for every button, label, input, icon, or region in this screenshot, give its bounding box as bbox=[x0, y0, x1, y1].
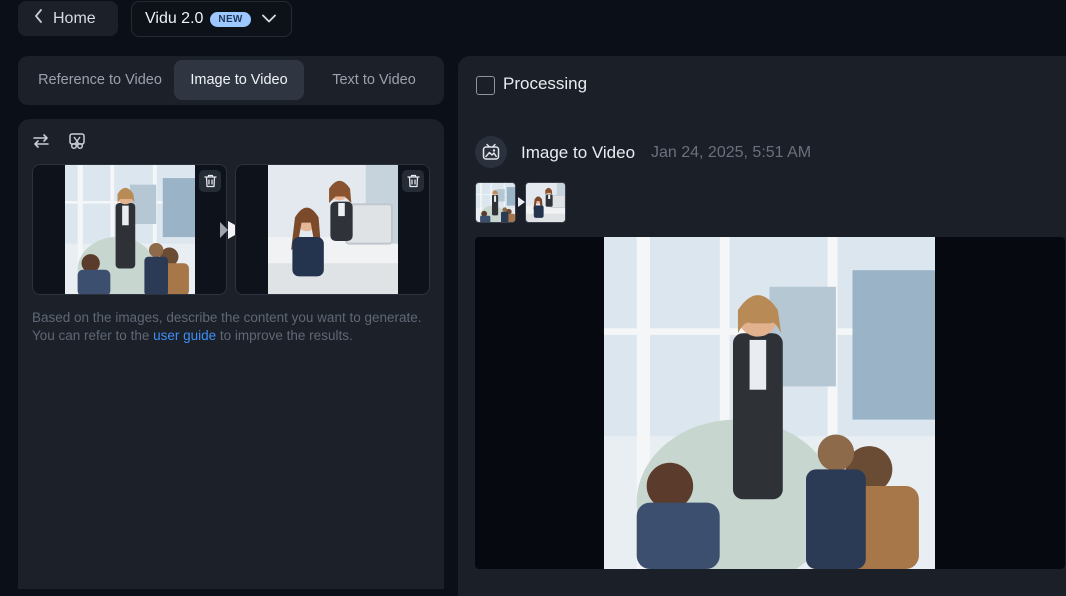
task-title: Image to Video bbox=[521, 143, 636, 162]
swap-icon[interactable] bbox=[31, 131, 51, 151]
start-frame-image[interactable] bbox=[32, 164, 227, 295]
video-frame bbox=[604, 237, 935, 569]
tab-image-to-video[interactable]: Image to Video bbox=[174, 60, 304, 100]
top-bar: Home Vidu 2.0 NEW bbox=[0, 0, 1066, 44]
input-thumbnail-start[interactable] bbox=[475, 182, 516, 223]
video-preview[interactable] bbox=[475, 237, 1065, 569]
model-selector[interactable]: Vidu 2.0 NEW bbox=[131, 1, 292, 37]
task-timestamp: Jan 24, 2025, 5:51 AM bbox=[651, 144, 812, 161]
end-frame-image[interactable] bbox=[235, 164, 430, 295]
input-thumbnail-end[interactable] bbox=[525, 182, 566, 223]
tab-text-to-video[interactable]: Text to Video bbox=[314, 60, 434, 100]
image-video-icon bbox=[475, 136, 507, 168]
mode-tabs: Reference to Video Image to Video Text t… bbox=[18, 56, 444, 105]
crop-icon[interactable] bbox=[67, 131, 87, 151]
processing-label: Processing bbox=[503, 74, 588, 93]
tab-reference-to-video[interactable]: Reference to Video bbox=[24, 60, 176, 100]
output-panel: Processing Image to Video Jan 24, 2025, … bbox=[458, 56, 1066, 596]
chevron-left-icon bbox=[34, 9, 43, 28]
home-label: Home bbox=[53, 9, 96, 27]
processing-checkbox[interactable] bbox=[476, 76, 495, 95]
user-guide-link[interactable]: user guide bbox=[153, 328, 216, 343]
new-badge: NEW bbox=[210, 11, 251, 27]
trash-icon[interactable] bbox=[402, 170, 424, 192]
prompt-placeholder[interactable]: Based on the images, describe the conten… bbox=[32, 309, 432, 345]
model-name: Vidu 2.0 bbox=[145, 10, 204, 27]
home-button[interactable]: Home bbox=[18, 1, 118, 36]
trash-icon[interactable] bbox=[199, 170, 221, 192]
input-panel: Based on the images, describe the conten… bbox=[18, 119, 444, 589]
chevron-down-icon bbox=[261, 10, 276, 28]
